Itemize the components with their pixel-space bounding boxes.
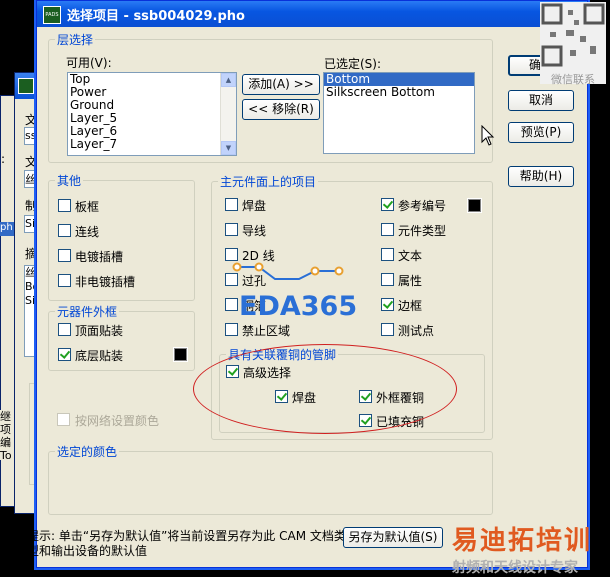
scroll-up-icon[interactable]: ▲ — [221, 73, 236, 87]
qr-code-watermark: 微信联系 — [540, 2, 606, 86]
qr-caption: 微信联系 — [551, 73, 595, 86]
available-layers-listbox[interactable]: Top Power Ground Layer_5 Layer_6 Layer_7 ▲ ▼ — [67, 72, 237, 156]
eda365-trace-icon — [237, 266, 339, 280]
add-button[interactable]: 添加(A) >> — [242, 74, 320, 95]
selected-layers-items: Bottom Silkscreen Bottom — [324, 73, 474, 99]
other-item-label: 板框 — [75, 200, 100, 214]
hint-line-2: 型和输出设备的默认值 — [27, 544, 148, 558]
eda365-node-icon — [254, 262, 264, 272]
eda365-node-icon — [334, 266, 344, 276]
main-item-label: 测试点 — [398, 324, 435, 338]
selected-colors-group: 选定的颜色 — [48, 443, 493, 515]
main-item-label: 导线 — [242, 224, 267, 238]
save-default-button[interactable]: 另存为默认值(S) — [343, 527, 443, 548]
ref-des-color-swatch[interactable] — [467, 198, 482, 213]
main-items-group-label: 主元件面上的项目 — [218, 173, 319, 190]
qr-code-icon — [541, 3, 605, 67]
main-item-checkbox[interactable] — [381, 198, 394, 211]
color-by-net-label: 按网络设置颜色 — [75, 414, 160, 428]
layer-select-group-label: 层选择 — [55, 31, 96, 48]
main-item-checkbox[interactable] — [225, 223, 238, 236]
dialog-title: 选择项目 - ssb004029.pho — [67, 9, 245, 24]
scroll-down-icon[interactable]: ▼ — [221, 141, 236, 155]
main-item-label: 边框 — [398, 299, 423, 313]
bg-selected-strip: ph — [0, 222, 14, 236]
layer-select-group: 层选择 可用(V): Top Power Ground Layer_5 Layer_6 L… — [48, 31, 493, 163]
component-outline-group-label: 元器件外框 — [55, 303, 120, 320]
other-item-checkbox[interactable] — [58, 199, 71, 212]
cancel-button[interactable]: 取消 — [508, 90, 574, 111]
other-item-label: 电镀插槽 — [75, 250, 124, 264]
available-layers-items: Top Power Ground Layer_5 Layer_6 Layer_7 — [68, 73, 236, 151]
selected-colors-group-label: 选定的颜色 — [55, 443, 120, 460]
bg-field-text: 丝 — [25, 173, 36, 186]
other-item-label: 连线 — [75, 225, 100, 239]
brand-name: 易迪拓培训 — [452, 526, 593, 556]
remove-button[interactable]: << 移除(R) — [242, 99, 320, 120]
eda365-node-icon — [232, 262, 242, 272]
bg-label: ph — [0, 222, 13, 233]
main-item-label: 属性 — [398, 274, 423, 288]
outline-item-checkbox[interactable] — [58, 348, 71, 361]
component-outline-group: 元器件外框 顶面贴装底层贴装 — [48, 303, 195, 371]
brand-slogan: 射频和天线设计专家 — [452, 560, 578, 576]
eda365-watermark: EDA365 — [232, 262, 357, 322]
main-item-checkbox[interactable] — [381, 223, 394, 236]
brand-watermark: 易迪拓培训 射频和天线设计专家 — [452, 520, 608, 576]
main-item-label: 文本 — [398, 249, 423, 263]
main-item-label: 元件类型 — [398, 224, 447, 238]
eda365-logo-text: EDA365 — [239, 291, 357, 322]
preview-button[interactable]: 预览(P) — [508, 122, 574, 143]
outline-item-checkbox[interactable] — [58, 323, 71, 336]
eda365-node-icon — [310, 266, 320, 276]
other-item-checkbox[interactable] — [58, 224, 71, 237]
main-item-label: 焊盘 — [242, 199, 267, 213]
outline-item-label: 顶面贴装 — [75, 324, 124, 338]
available-label: 可用(V): — [66, 56, 112, 70]
background-window-icon — [18, 78, 34, 94]
selected-layers-listbox[interactable]: Bottom Silkscreen Bottom — [323, 72, 475, 154]
color-by-net-checkbox[interactable] — [57, 413, 70, 426]
other-group: 其他 板框连线电镀插槽非电镀插槽 — [48, 172, 195, 301]
outline-item-label: 底层贴装 — [75, 349, 124, 363]
available-layer-item[interactable]: Layer_7 — [68, 138, 236, 151]
other-item-checkbox[interactable] — [58, 249, 71, 262]
available-layers-scrollbar[interactable]: ▲ ▼ — [220, 73, 236, 155]
bg-label: 编 — [0, 436, 11, 449]
bg-label: To — [0, 449, 12, 462]
other-item-checkbox[interactable] — [58, 274, 71, 287]
bg-label: : — [1, 152, 6, 166]
other-item-label: 非电镀插槽 — [75, 275, 136, 289]
bg-label: 继项 — [0, 410, 11, 436]
select-items-dialog: PADS 选择项目 - ssb004029.pho ✕ 层选择 可用(V): T… — [27, 0, 588, 568]
selected-label: 已选定(S): — [324, 57, 382, 71]
main-item-label: 参考编号 — [398, 199, 447, 213]
pads-app-icon: PADS — [43, 6, 61, 24]
bottom-mount-color-swatch[interactable] — [173, 347, 188, 362]
selected-layer-item[interactable]: Silkscreen Bottom — [324, 86, 474, 99]
help-button[interactable]: 帮助(H) — [508, 166, 574, 187]
hint-text: 提示: 单击“另存为默认值”将当前设置另存为此 CAM 文档类 型和输出设备的默… — [27, 529, 346, 559]
annotation-oval — [193, 344, 457, 434]
bg-left-strip: 继项 编 To — [0, 410, 14, 462]
dialog-titlebar[interactable]: PADS 选择项目 - ssb004029.pho ✕ — [37, 1, 587, 27]
main-item-checkbox[interactable] — [225, 198, 238, 211]
other-group-label: 其他 — [55, 172, 84, 189]
hint-line-1: 提示: 单击“另存为默认值”将当前设置另存为此 CAM 文档类 — [27, 529, 346, 543]
mouse-cursor-icon — [481, 125, 495, 146]
